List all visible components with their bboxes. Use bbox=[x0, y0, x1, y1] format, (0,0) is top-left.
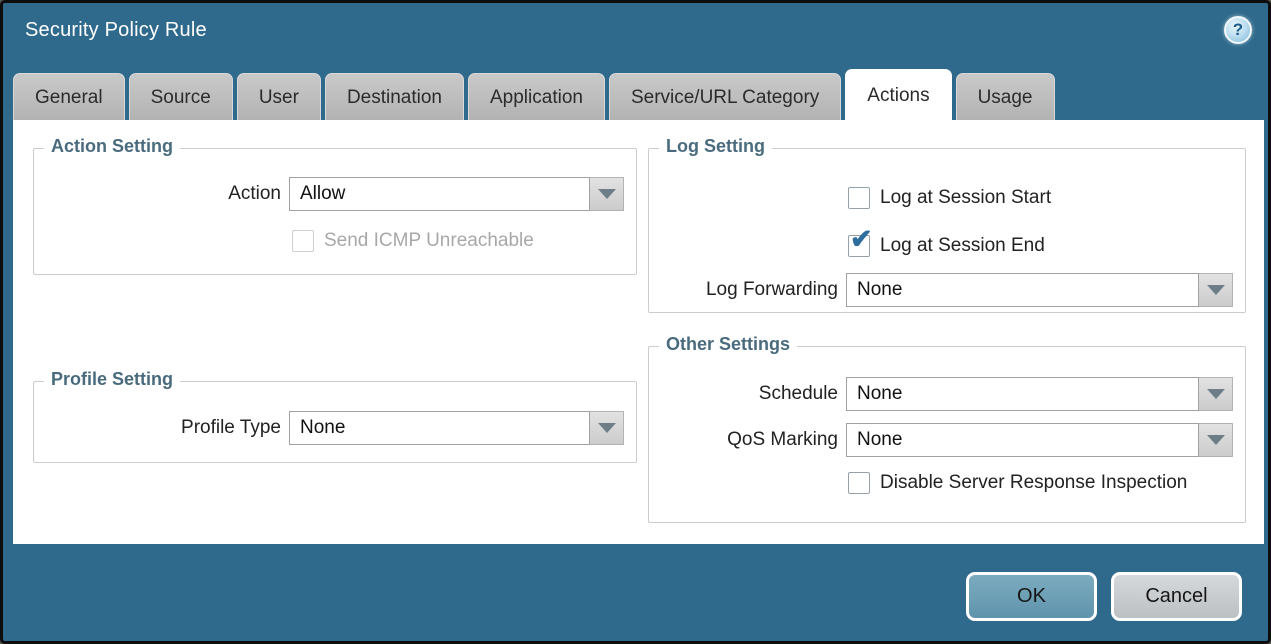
disable-server-response-inspection-label: Disable Server Response Inspection bbox=[880, 471, 1187, 495]
action-label: Action bbox=[34, 177, 281, 211]
profile-type-dropdown[interactable]: None bbox=[289, 411, 624, 445]
cancel-button[interactable]: Cancel bbox=[1111, 572, 1242, 621]
tab-service-url-category[interactable]: Service/URL Category bbox=[609, 73, 841, 121]
qos-marking-label: QoS Marking bbox=[649, 423, 838, 457]
other-settings-group: Other Settings Schedule None QoS Marking… bbox=[648, 346, 1246, 523]
log-forwarding-dropdown-value[interactable]: None bbox=[846, 273, 1199, 307]
disable-server-response-inspection-checkbox[interactable] bbox=[848, 472, 870, 494]
chevron-down-icon bbox=[1207, 285, 1225, 295]
action-dropdown-button[interactable] bbox=[590, 177, 624, 211]
check-icon: ✔ bbox=[850, 226, 873, 253]
tab-general[interactable]: General bbox=[13, 73, 125, 121]
profile-type-dropdown-value[interactable]: None bbox=[289, 411, 590, 445]
profile-type-label: Profile Type bbox=[34, 411, 281, 445]
chevron-down-icon bbox=[1207, 435, 1225, 445]
tab-content-panel: Action Setting Action Allow Send ICMP Un… bbox=[13, 120, 1264, 544]
ok-button[interactable]: OK bbox=[966, 572, 1097, 621]
security-policy-rule-dialog: Security Policy Rule ? General Source Us… bbox=[0, 0, 1271, 644]
qos-marking-dropdown[interactable]: None bbox=[846, 423, 1233, 457]
schedule-label: Schedule bbox=[649, 377, 838, 411]
log-forwarding-label: Log Forwarding bbox=[649, 273, 838, 307]
log-forwarding-dropdown[interactable]: None bbox=[846, 273, 1233, 307]
log-at-session-start-checkbox[interactable] bbox=[848, 187, 870, 209]
profile-type-dropdown-button[interactable] bbox=[590, 411, 624, 445]
tab-user[interactable]: User bbox=[237, 73, 321, 121]
qos-marking-dropdown-value[interactable]: None bbox=[846, 423, 1199, 457]
action-setting-legend: Action Setting bbox=[44, 136, 180, 157]
action-dropdown[interactable]: Allow bbox=[289, 177, 624, 211]
other-settings-legend: Other Settings bbox=[659, 334, 797, 355]
help-icon[interactable]: ? bbox=[1224, 16, 1252, 44]
send-icmp-unreachable-label: Send ICMP Unreachable bbox=[324, 229, 534, 253]
action-setting-group: Action Setting Action Allow Send ICMP Un… bbox=[33, 148, 637, 275]
log-at-session-start-label: Log at Session Start bbox=[880, 186, 1051, 210]
log-setting-group: Log Setting Log at Session Start ✔ Log a… bbox=[648, 148, 1246, 313]
schedule-dropdown[interactable]: None bbox=[846, 377, 1233, 411]
tab-destination[interactable]: Destination bbox=[325, 73, 464, 121]
tab-bar: General Source User Destination Applicat… bbox=[13, 69, 1055, 121]
profile-setting-group: Profile Setting Profile Type None bbox=[33, 381, 637, 463]
chevron-down-icon bbox=[598, 189, 616, 199]
qos-marking-dropdown-button[interactable] bbox=[1199, 423, 1233, 457]
tab-source[interactable]: Source bbox=[129, 73, 233, 121]
chevron-down-icon bbox=[1207, 389, 1225, 399]
schedule-dropdown-button[interactable] bbox=[1199, 377, 1233, 411]
tab-usage[interactable]: Usage bbox=[956, 73, 1055, 121]
action-dropdown-value[interactable]: Allow bbox=[289, 177, 590, 211]
profile-setting-legend: Profile Setting bbox=[44, 369, 180, 390]
log-at-session-end-label: Log at Session End bbox=[880, 234, 1045, 258]
log-setting-legend: Log Setting bbox=[659, 136, 772, 157]
dialog-title: Security Policy Rule bbox=[25, 19, 207, 42]
send-icmp-unreachable-checkbox[interactable] bbox=[292, 230, 314, 252]
schedule-dropdown-value[interactable]: None bbox=[846, 377, 1199, 411]
log-at-session-end-checkbox[interactable]: ✔ bbox=[848, 235, 870, 257]
tab-actions[interactable]: Actions bbox=[845, 69, 951, 121]
chevron-down-icon bbox=[598, 423, 616, 433]
log-forwarding-dropdown-button[interactable] bbox=[1199, 273, 1233, 307]
tab-application[interactable]: Application bbox=[468, 73, 605, 121]
